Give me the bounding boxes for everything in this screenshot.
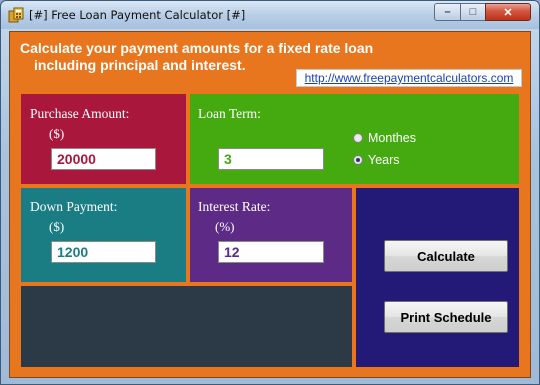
purchase-amount-input[interactable]: 20000 — [51, 148, 156, 170]
down-payment-input[interactable]: 1200 — [51, 241, 156, 263]
close-button[interactable]: ✕ — [485, 3, 531, 21]
purchase-amount-label: Purchase Amount: — [30, 106, 130, 121]
heading-line-1: Calculate your payment amounts for a fix… — [20, 40, 374, 56]
interest-rate-panel: Interest Rate: (%) 12 — [190, 188, 352, 282]
app-window: [#] Free Loan Payment Calculator [#] – □… — [0, 0, 540, 385]
down-payment-unit: ($) — [49, 219, 65, 234]
maximize-icon: □ — [469, 6, 477, 18]
actions-panel: Calculate Print Schedule — [356, 188, 519, 367]
radio-icon[interactable] — [353, 133, 363, 143]
window-title: [#] Free Loan Payment Calculator [#] — [29, 8, 246, 22]
purchase-amount-panel: Purchase Amount: ($) 20000 — [21, 94, 186, 184]
calculate-button[interactable]: Calculate — [384, 240, 508, 272]
term-option-months[interactable]: Monthes — [353, 131, 416, 145]
term-option-months-label: Monthes — [368, 131, 416, 145]
results-panel — [21, 286, 352, 367]
down-payment-label: Down Payment: — [30, 199, 118, 214]
interest-rate-input[interactable]: 12 — [218, 241, 324, 263]
title-bar[interactable]: [#] Free Loan Payment Calculator [#] – □… — [1, 1, 539, 29]
loan-term-input[interactable]: 3 — [218, 148, 324, 170]
purchase-amount-unit: ($) — [49, 126, 65, 141]
minimize-icon: – — [444, 6, 451, 18]
term-option-years[interactable]: Years — [353, 153, 400, 167]
calculator-app-icon — [8, 7, 24, 23]
close-icon: ✕ — [503, 6, 513, 19]
interest-rate-unit: (%) — [215, 219, 235, 234]
term-option-years-label: Years — [368, 153, 400, 167]
print-schedule-button[interactable]: Print Schedule — [384, 301, 508, 333]
interest-rate-label: Interest Rate: — [198, 199, 271, 214]
maximize-button[interactable]: □ — [460, 3, 486, 21]
down-payment-panel: Down Payment: ($) 1200 — [21, 188, 186, 282]
loan-term-label: Loan Term: — [198, 106, 261, 121]
loan-term-panel: Loan Term: 3 Monthes Years — [190, 94, 519, 184]
radio-selected-icon[interactable] — [353, 155, 363, 165]
minimize-button[interactable]: – — [434, 3, 461, 21]
calculator-body: Calculate your payment amounts for a fix… — [9, 31, 531, 378]
website-link[interactable]: http://www.freepaymentcalculators.com — [296, 69, 522, 87]
